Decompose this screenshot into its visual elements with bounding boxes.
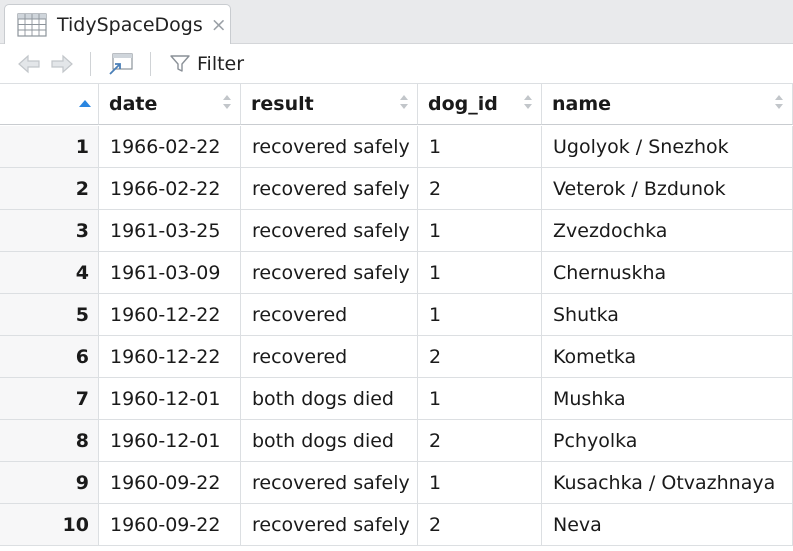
- row-number: 7: [0, 378, 99, 420]
- cell-result: recovered safely: [241, 504, 418, 546]
- toolbar-divider: [90, 52, 91, 76]
- sort-ascending-icon: [78, 91, 92, 113]
- filter-label: Filter: [197, 53, 245, 75]
- cell-name: Ugolyok / Snezhok: [542, 126, 793, 168]
- cell-result: recovered safely: [241, 462, 418, 504]
- column-header-dog-id[interactable]: dog_id: [418, 84, 542, 125]
- cell-date: 1960-12-01: [99, 420, 241, 462]
- cell-dog-id: 2: [418, 168, 542, 210]
- cell-dog-id: 1: [418, 252, 542, 294]
- sort-icon[interactable]: [222, 93, 232, 111]
- back-arrow-icon[interactable]: [17, 54, 41, 74]
- row-number: 2: [0, 168, 99, 210]
- sort-icon[interactable]: [399, 93, 409, 111]
- cell-result: recovered safely: [241, 126, 418, 168]
- cell-result: recovered safely: [241, 168, 418, 210]
- cell-dog-id: 1: [418, 126, 542, 168]
- row-number: 5: [0, 294, 99, 336]
- cell-date: 1960-12-01: [99, 378, 241, 420]
- cell-name: Shutka: [542, 294, 793, 336]
- tab-title: TidySpaceDogs: [57, 14, 203, 36]
- cell-dog-id: 1: [418, 210, 542, 252]
- cell-date: 1966-02-22: [99, 126, 241, 168]
- row-number: 8: [0, 420, 99, 462]
- cell-name: Neva: [542, 504, 793, 546]
- cell-date: 1960-12-22: [99, 294, 241, 336]
- cell-result: both dogs died: [241, 420, 418, 462]
- column-header-name[interactable]: name: [542, 84, 793, 125]
- cell-dog-id: 1: [418, 462, 542, 504]
- toolbar-divider: [150, 52, 151, 76]
- cell-date: 1961-03-09: [99, 252, 241, 294]
- cell-name: Kusachka / Otvazhnaya: [542, 462, 793, 504]
- close-icon[interactable]: ×: [211, 15, 227, 35]
- cell-name: Zvezdochka: [542, 210, 793, 252]
- column-header-result[interactable]: result: [241, 84, 418, 125]
- cell-dog-id: 1: [418, 378, 542, 420]
- cell-dog-id: 2: [418, 336, 542, 378]
- cell-date: 1960-09-22: [99, 504, 241, 546]
- row-number: 3: [0, 210, 99, 252]
- row-number-header[interactable]: [0, 84, 99, 125]
- column-header-label: date: [109, 93, 158, 115]
- row-number: 4: [0, 252, 99, 294]
- row-number: 1: [0, 126, 99, 168]
- column-header-label: dog_id: [428, 93, 498, 115]
- filter-button[interactable]: Filter: [170, 51, 244, 77]
- cell-dog-id: 1: [418, 294, 542, 336]
- table-grid-icon: [17, 13, 47, 37]
- filter-funnel-icon: [170, 54, 190, 74]
- cell-name: Mushka: [542, 378, 793, 420]
- cell-name: Chernuskha: [542, 252, 793, 294]
- column-header-label: result: [251, 93, 314, 115]
- cell-result: recovered safely: [241, 210, 418, 252]
- column-header-label: name: [552, 93, 612, 115]
- row-number: 9: [0, 462, 99, 504]
- cell-name: Veterok / Bzdunok: [542, 168, 793, 210]
- cell-dog-id: 2: [418, 504, 542, 546]
- cell-name: Pchyolka: [542, 420, 793, 462]
- row-number: 10: [0, 504, 99, 546]
- cell-dog-id: 2: [418, 420, 542, 462]
- cell-name: Kometka: [542, 336, 793, 378]
- cell-result: recovered: [241, 336, 418, 378]
- cell-result: both dogs died: [241, 378, 418, 420]
- sort-icon[interactable]: [774, 93, 784, 111]
- popout-window-icon[interactable]: [108, 52, 134, 76]
- tab-bar: TidySpaceDogs ×: [0, 0, 793, 45]
- cell-date: 1960-12-22: [99, 336, 241, 378]
- cell-result: recovered safely: [241, 252, 418, 294]
- row-number: 6: [0, 336, 99, 378]
- column-header-date[interactable]: date: [99, 84, 241, 125]
- sort-icon[interactable]: [523, 93, 533, 111]
- cell-date: 1960-09-22: [99, 462, 241, 504]
- cell-date: 1961-03-25: [99, 210, 241, 252]
- tab-tidyspacedogs[interactable]: TidySpaceDogs ×: [4, 4, 231, 45]
- cell-date: 1966-02-22: [99, 168, 241, 210]
- forward-arrow-icon[interactable]: [50, 54, 74, 74]
- cell-result: recovered: [241, 294, 418, 336]
